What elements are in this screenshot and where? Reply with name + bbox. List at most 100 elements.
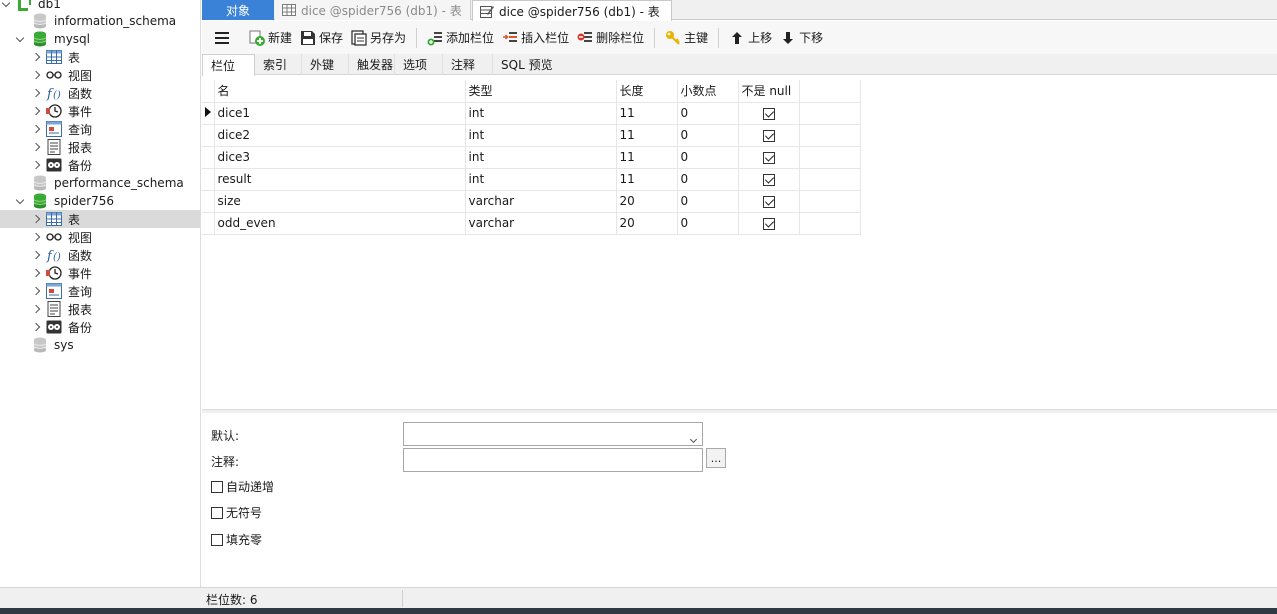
cell-name[interactable]: dice1 (214, 102, 466, 125)
expand-chevron-icon[interactable] (30, 210, 42, 228)
not-null-checkbox[interactable] (762, 195, 775, 208)
table-row[interactable]: dice1 int 11 0 (202, 102, 861, 125)
menu-icon[interactable] (215, 31, 229, 44)
not-null-checkbox[interactable] (762, 173, 775, 186)
tree-db-sys[interactable]: sys (0, 336, 200, 354)
tree-db-mysql[interactable]: mysql (0, 30, 200, 48)
expand-chevron-icon[interactable] (30, 66, 42, 84)
save-button[interactable]: 保存 (296, 27, 347, 49)
expand-chevron-icon[interactable] (30, 246, 42, 264)
cell-name[interactable]: dice3 (214, 146, 466, 169)
tree-db-performance-schema[interactable]: performance_schema (0, 174, 200, 192)
subtab-comment[interactable]: 注释 (443, 54, 493, 75)
column-header-decimals[interactable]: 小数点 (677, 80, 739, 103)
cell-type[interactable]: int (465, 146, 617, 169)
insert-field-button[interactable]: 插入栏位 (498, 27, 573, 49)
tree-db-information-schema[interactable]: information_schema (0, 12, 200, 30)
collapse-chevron-icon[interactable] (14, 30, 26, 48)
tree-item-queries[interactable]: 查询 (0, 120, 200, 138)
table-row[interactable]: size varchar 20 0 (202, 190, 861, 213)
expand-chevron-icon[interactable] (30, 300, 42, 318)
tree-item-backups[interactable]: 备份 (0, 156, 200, 174)
table-row[interactable]: dice2 int 11 0 (202, 124, 861, 147)
table-row[interactable]: dice3 int 11 0 (202, 146, 861, 169)
cell-length[interactable]: 11 (616, 102, 678, 125)
default-select[interactable] (403, 422, 703, 446)
tree-db-spider756[interactable]: spider756 (0, 192, 200, 210)
cell-decimals[interactable]: 0 (677, 190, 739, 213)
cell-decimals[interactable]: 0 (677, 102, 739, 125)
checkbox-box[interactable] (211, 506, 223, 519)
unsigned-checkbox[interactable]: 无符号 (211, 504, 262, 521)
cell-name[interactable]: odd_even (214, 212, 466, 235)
delete-field-button[interactable]: 删除栏位 (573, 27, 648, 49)
comment-more-button[interactable]: ... (706, 448, 726, 468)
expand-chevron-icon[interactable] (30, 156, 42, 174)
cell-type[interactable]: int (465, 168, 617, 191)
cell-length[interactable]: 11 (616, 124, 678, 147)
cell-type[interactable]: varchar (465, 212, 617, 235)
tree-item-views[interactable]: 视图 (0, 228, 200, 246)
checkbox-box[interactable] (211, 533, 223, 546)
tree-item-functions[interactable]: f() 函数 (0, 84, 200, 102)
not-null-checkbox[interactable] (762, 129, 775, 142)
column-header-type[interactable]: 类型 (465, 80, 617, 103)
subtab-foreign-keys[interactable]: 外键 (302, 54, 349, 75)
tree-item-reports[interactable]: 报表 (0, 300, 200, 318)
tree-item-events[interactable]: 事件 (0, 264, 200, 282)
collapse-chevron-icon[interactable] (14, 192, 26, 210)
zerofill-checkbox[interactable]: 填充零 (211, 531, 262, 548)
tree-item-functions[interactable]: f() 函数 (0, 246, 200, 264)
expand-chevron-icon[interactable] (30, 138, 42, 156)
expand-chevron-icon[interactable] (30, 120, 42, 138)
move-up-button[interactable]: 上移 (725, 27, 776, 49)
comment-input[interactable] (403, 448, 703, 472)
checkbox-box[interactable] (211, 480, 223, 493)
cell-length[interactable]: 11 (616, 146, 678, 169)
cell-type[interactable]: int (465, 102, 617, 125)
column-header-not-null[interactable]: 不是 null (738, 80, 800, 103)
column-header-name[interactable]: 名 (214, 80, 466, 103)
cell-decimals[interactable]: 0 (677, 212, 739, 235)
cell-name[interactable]: size (214, 190, 466, 213)
subtab-fields[interactable]: 栏位 (202, 54, 255, 76)
cell-length[interactable]: 20 (616, 190, 678, 213)
tree-item-reports[interactable]: 报表 (0, 138, 200, 156)
subtab-sql-preview[interactable]: SQL 预览 (493, 54, 555, 75)
cell-decimals[interactable]: 0 (677, 124, 739, 147)
tab-table-design-dice[interactable]: dice @spider756 (db1) - 表 (472, 0, 672, 21)
table-row[interactable]: result int 11 0 (202, 168, 861, 191)
move-down-button[interactable]: 下移 (776, 27, 827, 49)
column-header-length[interactable]: 长度 (616, 80, 678, 103)
tree-item-events[interactable]: 事件 (0, 102, 200, 120)
expand-chevron-icon[interactable] (30, 264, 42, 282)
tree-item-views[interactable]: 视图 (0, 66, 200, 84)
not-null-checkbox[interactable] (762, 151, 775, 164)
primary-key-button[interactable]: 主键 (661, 27, 712, 49)
expand-chevron-icon[interactable] (30, 102, 42, 120)
expand-chevron-icon[interactable] (30, 84, 42, 102)
tree-item-tables[interactable]: 表 (0, 48, 200, 66)
add-field-button[interactable]: 添加栏位 (423, 27, 498, 49)
subtab-indexes[interactable]: 索引 (255, 54, 302, 75)
cell-length[interactable]: 20 (616, 212, 678, 235)
expand-chevron-icon[interactable] (30, 228, 42, 246)
subtab-options[interactable]: 选项 (395, 54, 443, 75)
cell-type[interactable]: int (465, 124, 617, 147)
not-null-checkbox[interactable] (762, 217, 775, 230)
expand-chevron-icon[interactable] (30, 318, 42, 336)
cell-decimals[interactable]: 0 (677, 146, 739, 169)
cell-name[interactable]: dice2 (214, 124, 466, 147)
tree-item-queries[interactable]: 查询 (0, 282, 200, 300)
save-as-button[interactable]: 另存为 (347, 27, 410, 49)
expand-chevron-icon[interactable] (30, 48, 42, 66)
cell-name[interactable]: result (214, 168, 466, 191)
expand-chevron-icon[interactable] (30, 282, 42, 300)
tree-item-backups[interactable]: 备份 (0, 318, 200, 336)
cell-decimals[interactable]: 0 (677, 168, 739, 191)
cell-type[interactable]: varchar (465, 190, 617, 213)
tab-table-dice-1[interactable]: dice @spider756 (db1) - 表 (275, 0, 471, 20)
not-null-checkbox[interactable] (762, 107, 775, 120)
tab-objects[interactable]: 对象 (202, 0, 274, 20)
tree-item-tables[interactable]: 表 (0, 210, 200, 228)
